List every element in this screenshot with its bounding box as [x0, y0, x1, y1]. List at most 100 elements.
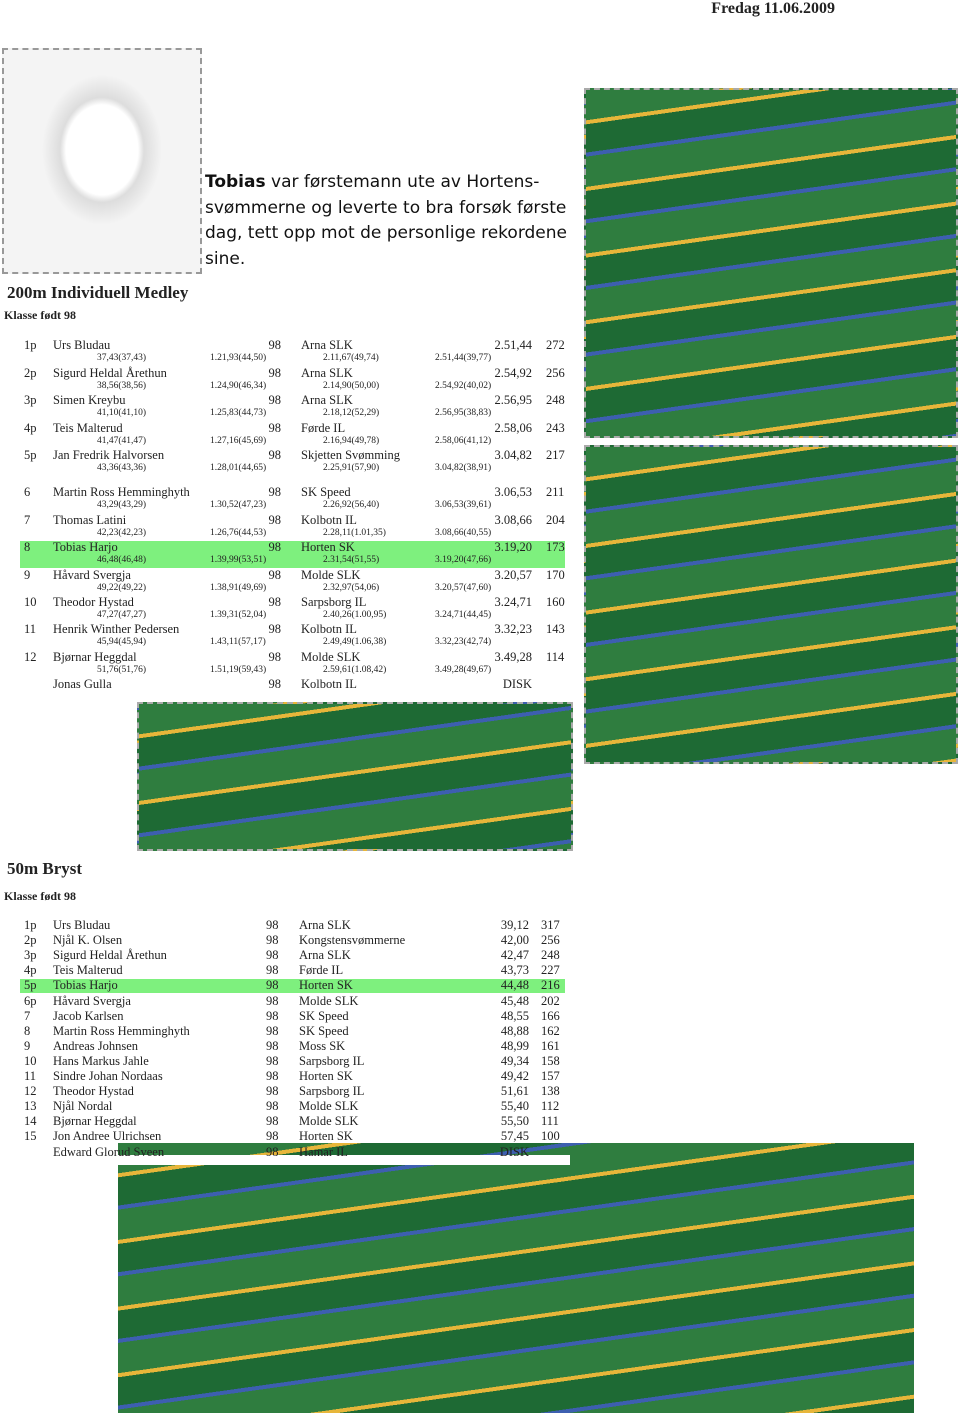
split-time: 2.31,54(51,55) — [323, 555, 380, 565]
points: 216 — [541, 978, 560, 993]
birth-year: 98 — [268, 595, 282, 609]
place: 10 — [24, 595, 37, 609]
points: 272 — [546, 338, 565, 352]
final-time: 55,40 — [500, 1099, 529, 1114]
caption-name: Tobias — [205, 172, 266, 192]
swimmer-name: Bjørnar Heggdal — [53, 1114, 137, 1129]
place: 2p — [24, 366, 37, 380]
points: 248 — [541, 948, 560, 963]
swimmer-name: Martin Ross Hemminghyth — [53, 485, 190, 499]
birth-year: 98 — [266, 1144, 279, 1159]
birth-year: 98 — [268, 568, 282, 582]
club: Arna SLK — [301, 393, 353, 407]
place: 10 — [24, 1053, 37, 1068]
swimmer-name: Sigurd Heldal Årethun — [53, 366, 167, 380]
points: 317 — [541, 918, 560, 932]
split-time: 1.28,01(44,65) — [210, 463, 267, 473]
points: 256 — [546, 366, 565, 380]
split-time: 2.11,67(49,74) — [323, 353, 379, 363]
birth-year: 98 — [268, 421, 282, 435]
split-time: 1.30,52(47,23) — [210, 500, 267, 510]
final-time: 3.04,82 — [494, 448, 533, 462]
final-time: 3.20,57 — [494, 568, 533, 582]
final-time: 48,88 — [500, 1023, 529, 1038]
points: 173 — [546, 540, 565, 554]
place: 5p — [24, 978, 37, 993]
points: 143 — [546, 622, 565, 636]
final-time: 3.24,71 — [494, 595, 533, 609]
points: 204 — [546, 513, 565, 527]
club: Molde SLK — [299, 1099, 359, 1114]
final-time: 3.32,23 — [494, 622, 533, 636]
swimmer-name: Jonas Gulla — [53, 677, 112, 691]
place: 13 — [24, 1099, 37, 1114]
final-time: 2.54,92 — [494, 366, 533, 380]
swimmer-name: Njål K. Olsen — [53, 933, 123, 948]
split-time: 43,29(43,29) — [97, 500, 147, 510]
final-time: 48,99 — [500, 1038, 529, 1053]
final-time: 39,12 — [500, 918, 529, 932]
birth-year: 98 — [266, 1053, 279, 1068]
swimmer-name: Teis Malterud — [53, 963, 123, 978]
place: 12 — [24, 1084, 37, 1099]
club: Molde SLK — [299, 1114, 359, 1129]
birth-year: 98 — [266, 948, 279, 963]
place: 7 — [24, 1008, 31, 1023]
swimmer-name: Håvard Svergja — [53, 993, 131, 1008]
portrait-sketch — [2, 48, 202, 274]
points: 114 — [546, 650, 565, 664]
club: Førde IL — [301, 421, 346, 435]
swimmer-name: Urs Bludau — [53, 918, 111, 932]
split-time: 1.43,11(57,17) — [210, 637, 266, 647]
split-time: 2.59,61(1.08,42) — [323, 665, 387, 675]
club: Kongstensvømmerne — [299, 933, 406, 948]
swimming-photo — [137, 702, 573, 851]
birth-year: 98 — [266, 1038, 279, 1053]
split-time: 3.08,66(40,55) — [435, 528, 492, 538]
club: Moss SK — [299, 1038, 346, 1053]
final-time: 2.51,44 — [494, 338, 533, 352]
points: 111 — [541, 1114, 559, 1129]
split-time: 1.27,16(45,69) — [210, 436, 267, 446]
points: 202 — [541, 993, 560, 1008]
swimmer-name: Jacob Karlsen — [53, 1008, 124, 1023]
final-time: DISK — [502, 677, 532, 691]
split-time: 3.49,28(49,67) — [435, 665, 492, 675]
swimmer-name: Urs Bludau — [53, 338, 111, 352]
club: Molde SLK — [299, 993, 359, 1008]
split-time: 3.24,71(44,45) — [435, 610, 492, 620]
split-time: 38,56(38,56) — [97, 381, 147, 391]
place: 15 — [24, 1129, 37, 1144]
birth-year: 98 — [268, 622, 282, 636]
swimmer-name: Jon Andree Ulrichsen — [53, 1129, 162, 1144]
split-time: 1.51,19(59,43) — [210, 665, 267, 675]
final-time: 55,50 — [500, 1114, 529, 1129]
birth-year: 98 — [266, 993, 279, 1008]
birth-year: 98 — [266, 933, 279, 948]
club: Sarpsborg IL — [299, 1053, 365, 1068]
points: 100 — [541, 1129, 560, 1144]
points: 157 — [541, 1069, 560, 1083]
final-time: 3.08,66 — [494, 513, 533, 527]
points: 211 — [546, 485, 565, 499]
swimmer-name: Henrik Winther Pedersen — [53, 622, 180, 636]
split-time: 47,27(47,27) — [97, 610, 147, 620]
club: Molde SLK — [301, 568, 361, 582]
club: Sarpsborg IL — [299, 1084, 365, 1099]
split-time: 2.28,11(1.01,35) — [323, 528, 386, 538]
place: 5p — [24, 448, 37, 462]
split-time: 2.58,06(41,12) — [435, 436, 492, 446]
birth-year: 98 — [266, 1099, 279, 1114]
split-time: 3.32,23(42,74) — [435, 637, 492, 647]
swimmer-name: Martin Ross Hemminghyth — [53, 1023, 190, 1038]
place: 11 — [24, 622, 37, 636]
final-time: 49,34 — [500, 1053, 529, 1068]
swimmer-name: Theodor Hystad — [53, 595, 134, 609]
birth-year: 98 — [268, 448, 282, 462]
points: 227 — [541, 963, 560, 978]
breast-class: Klasse født 98 — [4, 889, 76, 903]
club: SK Speed — [301, 485, 351, 499]
points: 256 — [541, 933, 560, 948]
swimming-photo — [584, 445, 958, 764]
split-time: 2.40,26(1.00,95) — [323, 610, 387, 620]
